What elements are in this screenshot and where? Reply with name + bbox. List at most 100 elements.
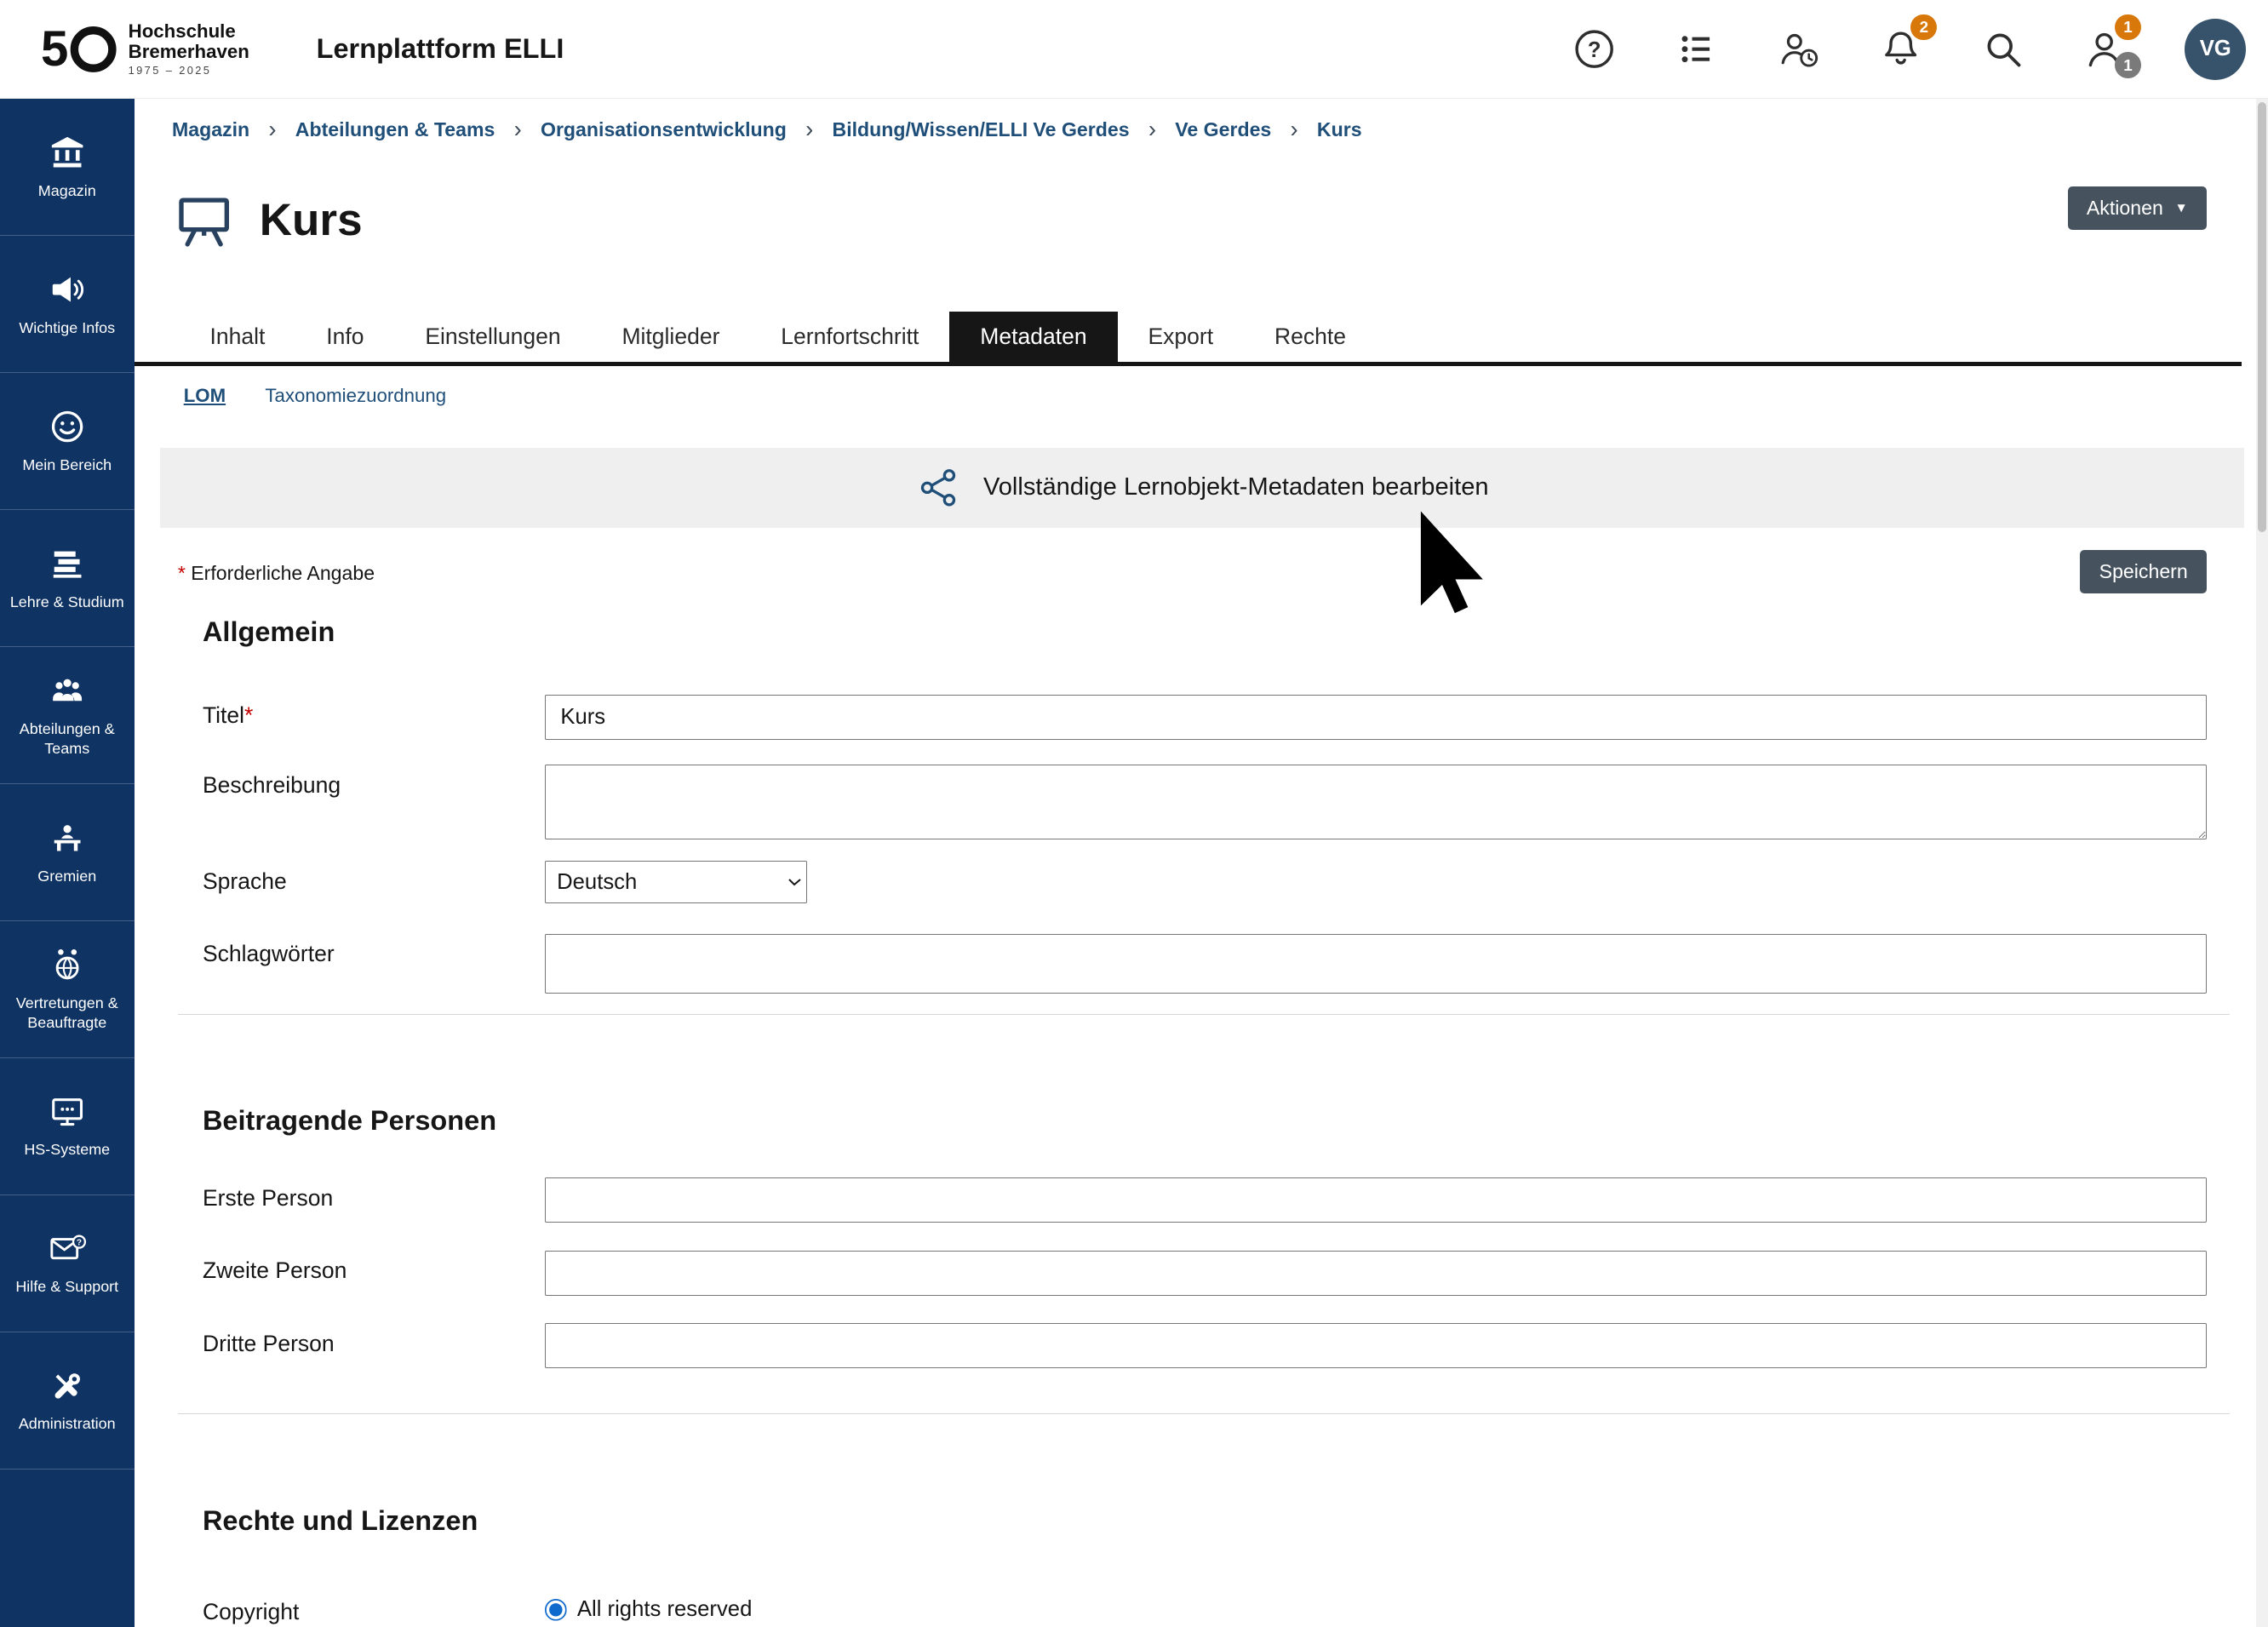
save-button[interactable]: Speichern xyxy=(2080,550,2207,593)
help-icon: ? xyxy=(1572,27,1616,71)
todo-list-button[interactable] xyxy=(1675,27,1718,71)
schlagwoerter-label: Schlagwörter xyxy=(203,934,545,968)
field-row-dritte-person: Dritte Person xyxy=(203,1323,2230,1368)
books-icon xyxy=(48,544,87,583)
subtab-taxonomiezuordnung[interactable]: Taxonomiezuordnung xyxy=(265,385,446,407)
schlagwoerter-input[interactable] xyxy=(545,934,2207,994)
section-divider xyxy=(178,1413,2231,1414)
breadcrumb-link[interactable]: Abteilungen & Teams xyxy=(295,118,495,141)
vertical-scrollbar[interactable] xyxy=(2256,99,2268,1626)
tab-bar: Inhalt Info Einstellungen Mitglieder Ler… xyxy=(135,312,2242,365)
section-heading: Rechte und Lizenzen xyxy=(203,1505,2230,1537)
smiley-icon xyxy=(48,407,87,446)
erste-person-label: Erste Person xyxy=(203,1177,545,1212)
sidebar-item-label: Hilfe & Support xyxy=(11,1277,123,1297)
breadcrumb-link[interactable]: Kurs xyxy=(1317,118,1362,141)
sidebar-item-label: Lehre & Studium xyxy=(6,593,129,612)
sidebar-item-hilfe-support[interactable]: ? Hilfe & Support xyxy=(0,1195,135,1332)
contacts-button[interactable]: 1 1 xyxy=(2082,27,2126,71)
actions-button-label: Aktionen xyxy=(2087,197,2163,220)
svg-text:?: ? xyxy=(77,1238,82,1247)
dritte-person-input[interactable] xyxy=(545,1323,2207,1368)
section-heading: Beitragende Personen xyxy=(203,1105,2230,1137)
sidebar-item-wichtige-infos[interactable]: Wichtige Infos xyxy=(0,236,135,373)
section-divider xyxy=(178,1014,2231,1015)
tab-rechte[interactable]: Rechte xyxy=(1244,312,1377,361)
field-row-copyright: Copyright All rights reserved xyxy=(203,1592,2230,1626)
logo-50-icon: 5 xyxy=(41,19,117,80)
notifications-button[interactable]: 2 xyxy=(1879,27,1922,71)
tab-inhalt[interactable]: Inhalt xyxy=(180,312,296,361)
beschreibung-textarea[interactable] xyxy=(545,765,2207,839)
field-row-beschreibung: Beschreibung xyxy=(203,765,2230,839)
tab-lernfortschritt[interactable]: Lernfortschritt xyxy=(750,312,949,361)
tab-export[interactable]: Export xyxy=(1118,312,1245,361)
full-metadata-link[interactable]: Vollständige Lernobjekt-Metadaten bearbe… xyxy=(160,448,2244,528)
beschreibung-label: Beschreibung xyxy=(203,765,545,799)
breadcrumb-separator: › xyxy=(805,116,813,143)
sidebar-item-vertretungen[interactable]: Vertretungen & Beauftragte xyxy=(0,921,135,1058)
sprache-select[interactable]: Deutsch xyxy=(545,861,807,903)
contacts-secondary-badge: 1 xyxy=(2115,52,2141,78)
breadcrumb-link[interactable]: Organisationsentwicklung xyxy=(541,118,787,141)
required-hint-label: Erforderliche Angabe xyxy=(191,562,375,584)
subtab-lom[interactable]: LOM xyxy=(184,385,226,407)
tab-mitglieder[interactable]: Mitglieder xyxy=(592,312,751,361)
sidebar-item-hs-systeme[interactable]: HS-Systeme xyxy=(0,1058,135,1195)
copyright-radio[interactable] xyxy=(545,1599,567,1621)
logo-name-line1: Hochschule xyxy=(129,21,249,42)
form-toolbar: * Erforderliche Angabe Speichern xyxy=(172,553,2230,593)
share-nodes-icon xyxy=(916,467,961,509)
tools-icon xyxy=(48,1366,87,1406)
breadcrumb-separator: › xyxy=(268,116,276,143)
erste-person-input[interactable] xyxy=(545,1177,2207,1223)
breadcrumb-link[interactable]: Ve Gerdes xyxy=(1175,118,1271,141)
titel-label-text: Titel xyxy=(203,702,244,728)
breadcrumb-link[interactable]: Magazin xyxy=(172,118,249,141)
zweite-person-input[interactable] xyxy=(545,1251,2207,1296)
awareness-button[interactable] xyxy=(1777,27,1820,71)
titel-input[interactable] xyxy=(545,695,2207,740)
required-asterisk: * xyxy=(178,562,186,584)
tab-einstellungen[interactable]: Einstellungen xyxy=(394,312,591,361)
course-board-icon xyxy=(172,188,236,252)
search-button[interactable] xyxy=(1981,27,2025,71)
sidebar-item-magazin[interactable]: Magazin xyxy=(0,99,135,236)
required-asterisk: * xyxy=(244,702,253,728)
sidebar-item-label: Administration xyxy=(14,1414,120,1434)
page-title-row: Kurs Aktionen ▼ xyxy=(172,186,2230,254)
mail-help-icon: ? xyxy=(48,1229,87,1269)
sidebar-item-lehre-studium[interactable]: Lehre & Studium xyxy=(0,510,135,647)
monitor-icon xyxy=(48,1092,87,1131)
zweite-person-label: Zweite Person xyxy=(203,1251,545,1285)
actions-button[interactable]: Aktionen ▼ xyxy=(2068,186,2207,230)
help-button[interactable]: ? xyxy=(1572,27,1616,71)
breadcrumb-separator: › xyxy=(514,116,522,143)
section-heading: Allgemein xyxy=(203,616,2230,648)
sidebar-item-gremien[interactable]: Gremien xyxy=(0,784,135,921)
user-avatar[interactable]: VG xyxy=(2185,19,2246,80)
section-rechte-lizenzen: Rechte und Lizenzen Copyright All rights… xyxy=(203,1505,2230,1626)
sidebar-item-label: Magazin xyxy=(34,181,100,201)
svg-text:5: 5 xyxy=(41,21,68,77)
subtab-bar: LOM Taxonomiezuordnung xyxy=(184,385,2231,407)
logo-years: 1975 – 2025 xyxy=(129,65,249,77)
breadcrumb-link[interactable]: Bildung/Wissen/ELLI Ve Gerdes xyxy=(833,118,1130,141)
dritte-person-label: Dritte Person xyxy=(203,1323,545,1357)
scrollbar-thumb[interactable] xyxy=(2258,102,2266,532)
header-actions: ? xyxy=(1572,19,2246,80)
main-content: Magazin › Abteilungen & Teams › Organisa… xyxy=(135,99,2257,1626)
sidebar-item-mein-bereich[interactable]: Mein Bereich xyxy=(0,373,135,510)
screen: 5 Hochschule Bremerhaven 1975 – 2025 Ler… xyxy=(0,0,2268,1627)
sidebar-item-administration[interactable]: Administration xyxy=(0,1332,135,1469)
sidebar-item-abteilungen-teams[interactable]: Abteilungen & Teams xyxy=(0,647,135,784)
sidebar-item-label: Wichtige Infos xyxy=(14,318,119,338)
globe-people-icon xyxy=(48,945,87,984)
notifications-badge: 2 xyxy=(1910,14,1937,41)
tab-info[interactable]: Info xyxy=(295,312,394,361)
hsb-logo[interactable]: 5 Hochschule Bremerhaven 1975 – 2025 xyxy=(41,19,249,80)
tab-metadaten[interactable]: Metadaten xyxy=(949,312,1117,361)
people-icon xyxy=(48,671,87,710)
section-beitragende-personen: Beitragende Personen Erste Person Zweite… xyxy=(203,1105,2230,1368)
titel-label: Titel* xyxy=(203,695,545,729)
